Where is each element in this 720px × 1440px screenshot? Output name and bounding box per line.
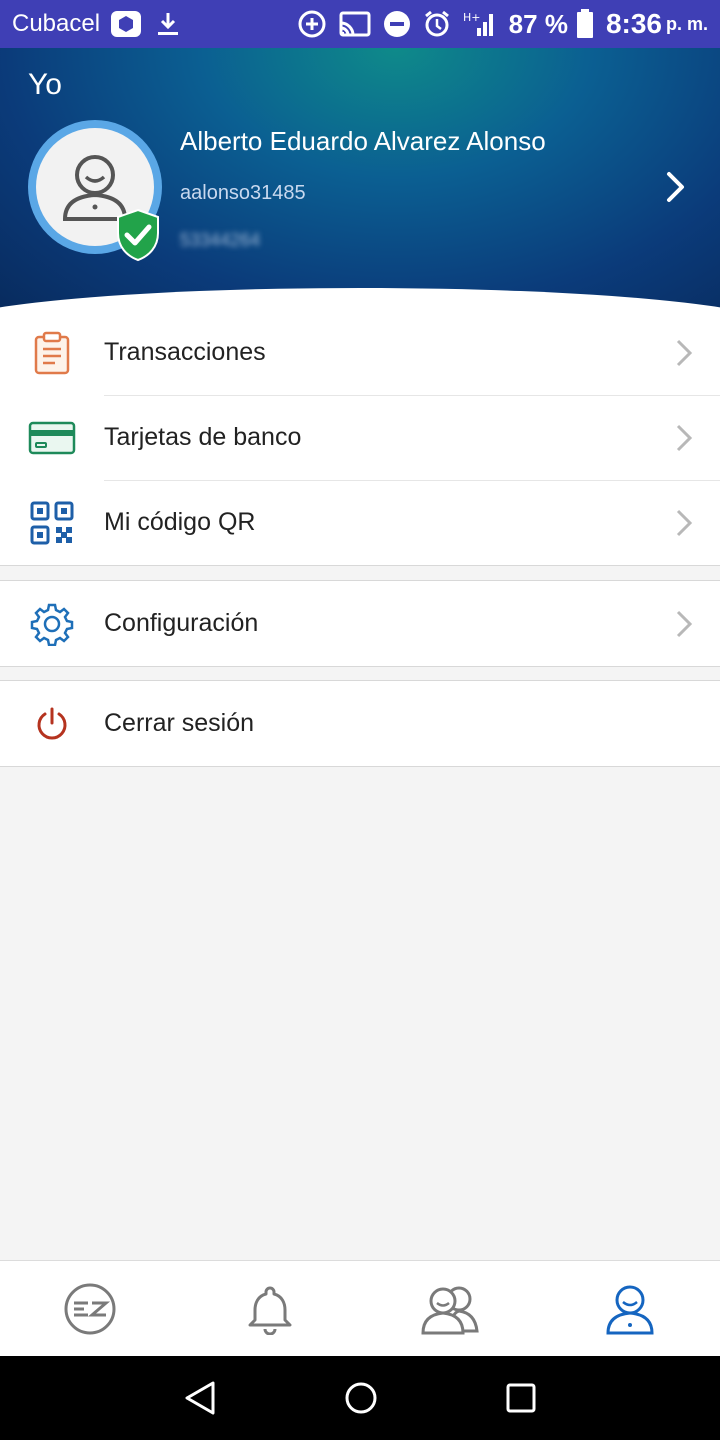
tab-profile[interactable] (540, 1261, 720, 1356)
menu-label-settings: Configuración (104, 609, 259, 637)
data-saver-icon (297, 9, 327, 39)
qr-code-icon (0, 501, 104, 545)
menu-label-bank-cards: Tarjetas de banco (104, 423, 302, 451)
menu-item-bank-cards[interactable]: Tarjetas de banco (0, 395, 720, 480)
clock: 8:36 (605, 8, 662, 39)
clipboard-icon (0, 331, 104, 375)
battery-icon (576, 9, 594, 39)
menu-item-logout[interactable]: Cerrar sesión (0, 681, 720, 766)
user-phone: 53344264 (180, 230, 261, 250)
menu-item-qr-code[interactable]: Mi código QR (0, 480, 720, 565)
menu-label-qr-code: Mi código QR (104, 508, 256, 536)
chevron-right-icon[interactable] (660, 170, 690, 204)
bank-card-icon (0, 421, 104, 455)
chevron-right-icon (648, 508, 720, 538)
menu-group-settings: Configuración (0, 580, 720, 667)
contacts-icon (421, 1286, 479, 1334)
chevron-right-icon (648, 423, 720, 453)
home-icon (64, 1283, 116, 1334)
chevron-right-icon (648, 338, 720, 368)
verified-shield-icon (117, 208, 159, 262)
bell-icon (248, 1286, 292, 1335)
download-icon (156, 11, 180, 37)
username: aalonso31485 (180, 182, 306, 204)
alarm-icon (423, 10, 451, 38)
back-icon[interactable] (183, 1380, 217, 1416)
cast-icon (339, 11, 371, 37)
gear-icon (0, 602, 104, 646)
user-name: Alberto Eduardo Alvarez Alonso (180, 126, 546, 156)
power-icon (0, 706, 104, 742)
menu-group-main: Transacciones Tarjetas de banco Mi códig… (0, 310, 720, 566)
tab-notifications[interactable] (180, 1261, 360, 1356)
system-nav-bar (0, 1356, 720, 1440)
signal-icon: H+ (463, 10, 497, 38)
do-not-disturb-icon (383, 10, 411, 38)
profile-header[interactable]: Yo Alberto Eduardo Alvarez Alonso aalons… (0, 48, 720, 310)
tab-contacts[interactable] (360, 1261, 540, 1356)
home-circle-icon[interactable] (343, 1380, 379, 1416)
chevron-right-icon (648, 609, 720, 639)
menu-label-transactions: Transacciones (104, 338, 266, 366)
tab-home[interactable] (0, 1261, 180, 1356)
header-curve (0, 288, 720, 310)
menu-item-settings[interactable]: Configuración (0, 581, 720, 666)
clock-ampm: p. m. (665, 13, 708, 34)
menu-label-logout: Cerrar sesión (104, 709, 255, 737)
status-bar: Cubacel H+ 87 % 8:36 p. m. (0, 0, 720, 48)
bottom-nav (0, 1260, 720, 1356)
profile-icon (606, 1285, 654, 1334)
carrier-name: Cubacel (12, 10, 101, 37)
menu-group-logout: Cerrar sesión (0, 680, 720, 767)
page-title: Yo (28, 68, 62, 101)
battery-percent: 87 % (508, 8, 568, 39)
menu-item-transactions[interactable]: Transacciones (0, 310, 720, 395)
app-notification-icon (110, 10, 142, 38)
recents-icon[interactable] (505, 1382, 537, 1414)
svg-text:H+: H+ (463, 11, 481, 24)
